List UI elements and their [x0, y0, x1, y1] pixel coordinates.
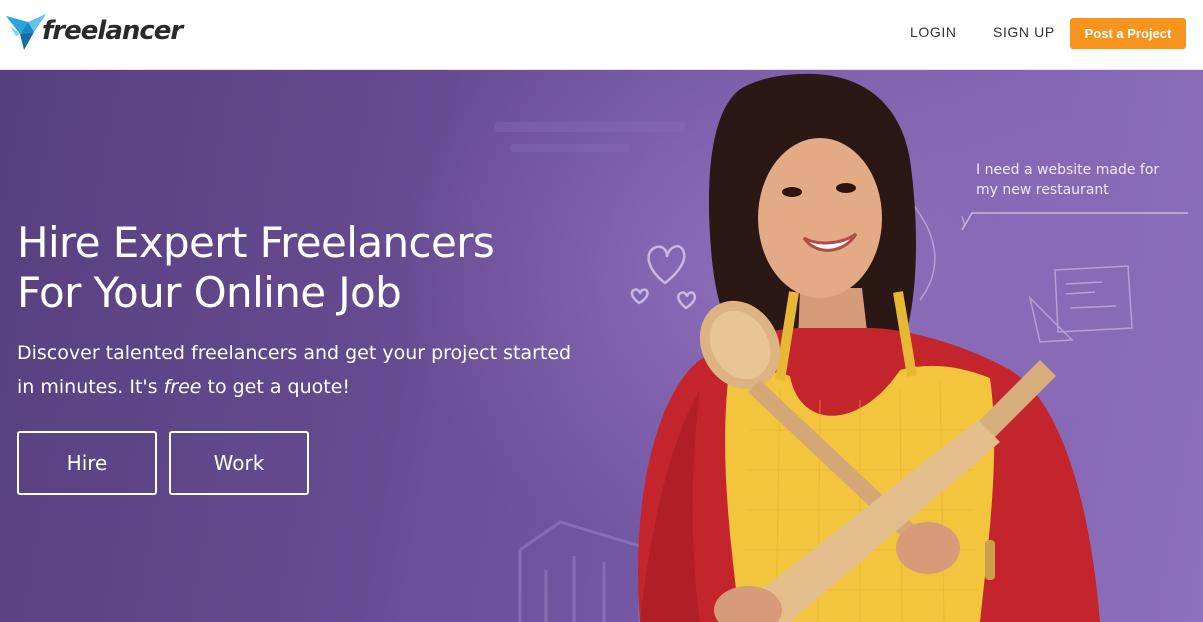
- hire-button[interactable]: Hire: [17, 431, 157, 495]
- faint-text-doodle: [495, 122, 685, 152]
- signup-link[interactable]: SIGN UP: [993, 24, 1055, 40]
- subtitle-free-emphasis: free: [163, 376, 202, 398]
- hero-subtitle: Discover talented freelancers and get yo…: [17, 336, 617, 404]
- subtitle-text-after: to get a quote!: [201, 376, 351, 398]
- speech-line-1: I need a website made for: [976, 162, 1160, 178]
- woman-figure: [638, 73, 1100, 622]
- hero-banner: Hire Expert Freelancers For Your Online …: [0, 70, 1203, 622]
- speech-line-icon: [961, 212, 1188, 231]
- post-project-button[interactable]: Post a Project: [1070, 18, 1186, 49]
- freelancer-bird-logo-icon: [6, 14, 46, 50]
- login-link[interactable]: LOGIN: [910, 24, 957, 40]
- freelancer-logo[interactable]: freelancer: [6, 9, 183, 53]
- hero-title-line-1: Hire Expert Freelancers: [17, 218, 495, 267]
- subtitle-text-before: in minutes. It's: [17, 376, 164, 398]
- speech-caption: I need a website made for my new restaur…: [976, 160, 1196, 200]
- work-button[interactable]: Work: [169, 431, 309, 495]
- hero-title: Hire Expert Freelancers For Your Online …: [17, 218, 577, 318]
- heart-doodle-icon: [630, 245, 697, 310]
- site-header: freelancer LOGIN SIGN UP Post a Project: [0, 0, 1203, 70]
- speech-line-2: my new restaurant: [976, 182, 1109, 198]
- hero-subtitle-line-1: Discover talented freelancers and get yo…: [17, 342, 572, 364]
- hero-title-line-2: For Your Online Job: [17, 268, 402, 317]
- logo-wordmark: freelancer: [42, 16, 183, 46]
- hero-subtitle-line-2: in minutes. It's free to get a quote!: [17, 370, 617, 404]
